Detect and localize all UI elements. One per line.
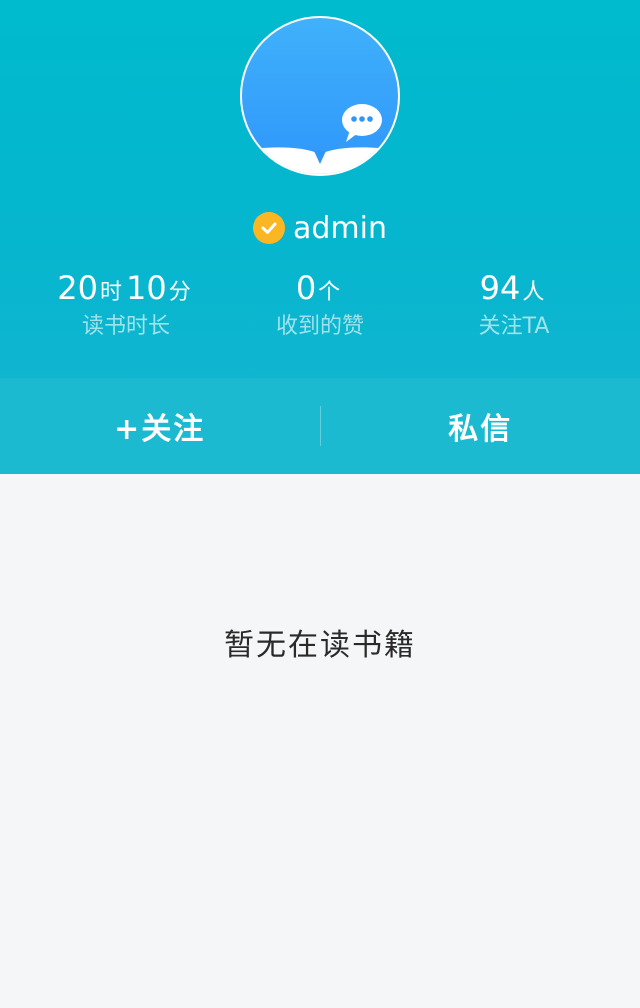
message-button[interactable]: 私信 <box>321 378 640 474</box>
reading-minutes-unit: 分 <box>168 280 191 305</box>
likes-value: 0 <box>295 269 317 307</box>
stats-row: 20时 10分 读书时长 0个 收到的赞 94人 关注TA <box>0 268 640 348</box>
empty-state-message: 暂无在读书籍 <box>224 628 416 663</box>
likes-label: 收到的赞 <box>275 314 364 339</box>
reading-hours-unit: 时 <box>99 280 122 305</box>
reading-time-label: 读书时长 <box>81 314 170 339</box>
chat-bubble-book-logo <box>242 104 398 174</box>
action-bar: +关注 私信 <box>0 378 640 474</box>
stat-reading-time[interactable]: 20时 10分 读书时长 <box>19 268 233 342</box>
followers-unit: 人 <box>522 280 545 305</box>
avatar[interactable] <box>240 16 400 176</box>
stat-likes[interactable]: 0个 收到的赞 <box>213 268 427 342</box>
verified-badge <box>253 212 285 244</box>
followers-label: 关注TA <box>478 314 550 339</box>
followers-value: 94 <box>479 269 521 307</box>
follow-button[interactable]: +关注 <box>0 378 320 474</box>
username-row: admin <box>0 208 640 248</box>
check-icon <box>261 222 277 234</box>
reading-minutes: 10 <box>126 269 167 307</box>
reading-hours: 20 <box>57 269 98 307</box>
profile-header: admin 20时 10分 读书时长 0个 收到的赞 94人 关注TA <box>0 0 640 378</box>
username: admin <box>293 210 387 246</box>
stat-followers[interactable]: 94人 关注TA <box>407 268 621 342</box>
likes-unit: 个 <box>318 280 341 305</box>
